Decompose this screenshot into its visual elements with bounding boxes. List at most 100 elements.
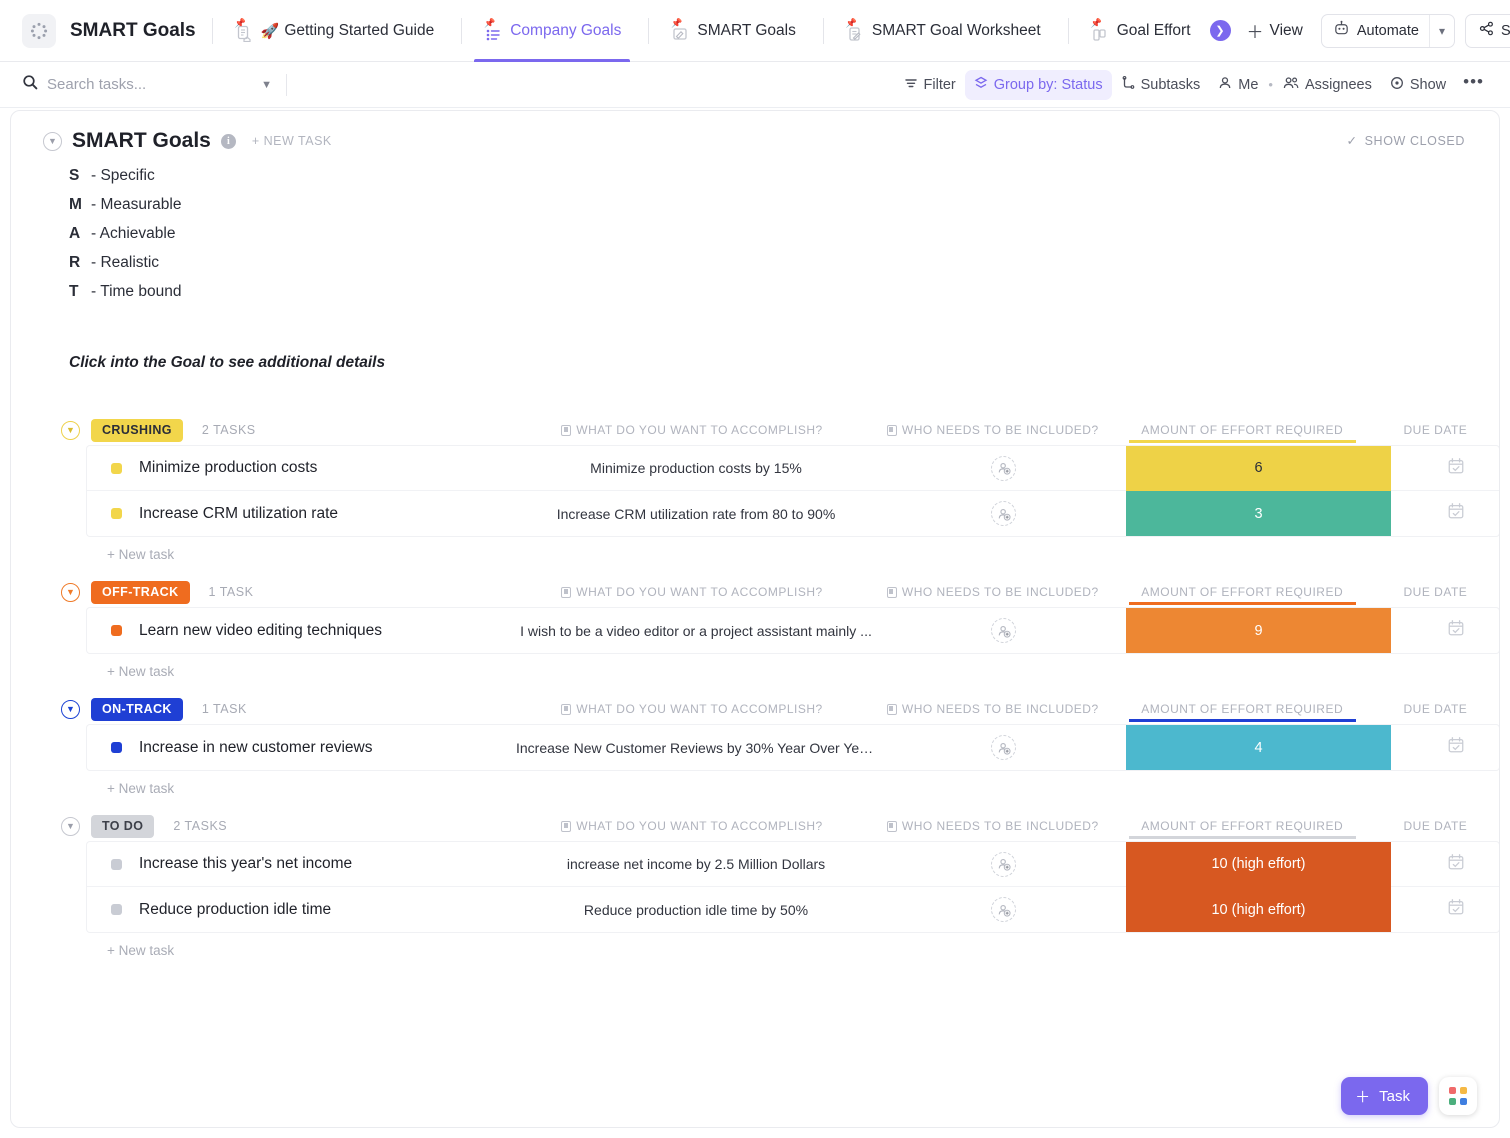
add-assignee-icon[interactable]: [991, 852, 1016, 877]
tab-company-goals[interactable]: 📌 Company Goals: [472, 0, 632, 62]
cell-who-included[interactable]: [881, 725, 1126, 770]
cell-effort[interactable]: 6: [1126, 446, 1391, 491]
calendar-icon[interactable]: [1447, 898, 1465, 921]
cell-accomplish[interactable]: Reduce production idle time by 50%: [511, 887, 881, 932]
effort-value[interactable]: 10 (high effort): [1126, 842, 1391, 887]
group-by-button[interactable]: Group by: Status: [965, 70, 1112, 100]
cell-due-date[interactable]: [1391, 446, 1500, 491]
effort-value[interactable]: 6: [1126, 446, 1391, 491]
status-badge[interactable]: CRUSHING: [91, 419, 183, 442]
column-header-accomplish[interactable]: WHAT DO YOU WANT TO ACCOMPLISH?: [511, 585, 873, 599]
status-dot-icon[interactable]: [111, 742, 122, 753]
add-assignee-icon[interactable]: [991, 735, 1016, 760]
task-title[interactable]: Learn new video editing techniques: [139, 622, 382, 640]
cell-accomplish[interactable]: increase net income by 2.5 Million Dolla…: [511, 842, 881, 887]
column-header-accomplish[interactable]: WHAT DO YOU WANT TO ACCOMPLISH?: [511, 819, 873, 833]
effort-value[interactable]: 3: [1126, 491, 1391, 536]
table-row[interactable]: Increase in new customer reviews Increas…: [87, 725, 1499, 770]
table-row[interactable]: Reduce production idle time Reduce produ…: [87, 887, 1499, 932]
column-header-effort[interactable]: AMOUNT OF EFFORT REQUIRED: [1113, 423, 1372, 437]
table-row[interactable]: Increase this year's net income increase…: [87, 842, 1499, 887]
new-task-fab[interactable]: ＋ Task: [1341, 1077, 1428, 1115]
effort-value[interactable]: 10 (high effort): [1126, 887, 1391, 932]
cell-effort[interactable]: 10 (high effort): [1126, 887, 1391, 932]
cell-accomplish[interactable]: Increase New Customer Reviews by 30% Yea…: [511, 725, 881, 770]
calendar-icon[interactable]: [1447, 502, 1465, 525]
cell-due-date[interactable]: [1391, 491, 1500, 536]
add-assignee-icon[interactable]: [991, 897, 1016, 922]
add-assignee-icon[interactable]: [991, 501, 1016, 526]
cell-who-included[interactable]: [881, 887, 1126, 932]
column-header-due-date[interactable]: DUE DATE: [1372, 423, 1499, 437]
new-task-row-button[interactable]: + New task: [11, 536, 1499, 562]
cell-effort[interactable]: 9: [1126, 608, 1391, 653]
new-task-row-button[interactable]: + New task: [11, 653, 1499, 679]
cell-who-included[interactable]: [881, 491, 1126, 536]
cell-who-included[interactable]: [881, 446, 1126, 491]
column-header-effort[interactable]: AMOUNT OF EFFORT REQUIRED: [1113, 819, 1372, 833]
calendar-icon[interactable]: [1447, 736, 1465, 759]
column-header-who[interactable]: WHO NEEDS TO BE INCLUDED?: [873, 423, 1113, 437]
table-row[interactable]: Increase CRM utilization rate Increase C…: [87, 491, 1499, 536]
cell-effort[interactable]: 3: [1126, 491, 1391, 536]
column-header-who[interactable]: WHO NEEDS TO BE INCLUDED?: [873, 702, 1113, 716]
tab-getting-started-guide[interactable]: 📌 🚀 Getting Started Guide: [223, 0, 446, 62]
cell-accomplish[interactable]: Minimize production costs by 15%: [511, 446, 881, 491]
new-task-row-button[interactable]: + New task: [11, 932, 1499, 958]
status-dot-icon[interactable]: [111, 463, 122, 474]
status-dot-icon[interactable]: [111, 508, 122, 519]
status-badge[interactable]: OFF-TRACK: [91, 581, 190, 604]
new-task-row-button[interactable]: + New task: [11, 770, 1499, 796]
tab-smart-goal-worksheet[interactable]: 📌 SMART Goal Worksheet: [834, 0, 1052, 62]
search-box[interactable]: ▼: [22, 70, 272, 100]
chevron-down-icon[interactable]: ▾: [1429, 15, 1454, 47]
status-badge[interactable]: TO DO: [91, 815, 154, 838]
add-view-button[interactable]: ＋ View: [1237, 18, 1313, 43]
cell-accomplish[interactable]: I wish to be a video editor or a project…: [511, 608, 881, 653]
column-header-due-date[interactable]: DUE DATE: [1372, 585, 1499, 599]
subtasks-button[interactable]: Subtasks: [1112, 70, 1210, 100]
group-collapse-icon[interactable]: ▼: [61, 817, 80, 836]
tab-smart-goals[interactable]: 📌 SMART Goals: [659, 0, 807, 62]
add-assignee-icon[interactable]: [991, 618, 1016, 643]
group-collapse-icon[interactable]: ▼: [61, 583, 80, 602]
cell-who-included[interactable]: [881, 608, 1126, 653]
status-badge[interactable]: ON-TRACK: [91, 698, 183, 721]
assignees-button[interactable]: Assignees: [1274, 70, 1381, 100]
filter-button[interactable]: Filter: [895, 70, 965, 100]
column-header-effort[interactable]: AMOUNT OF EFFORT REQUIRED: [1113, 585, 1372, 599]
show-button[interactable]: Show: [1381, 70, 1455, 100]
column-header-who[interactable]: WHO NEEDS TO BE INCLUDED?: [873, 819, 1113, 833]
status-dot-icon[interactable]: [111, 904, 122, 915]
apps-grid-icon[interactable]: [1439, 1077, 1477, 1115]
clickup-dots-icon[interactable]: [22, 14, 56, 48]
new-task-header-button[interactable]: + NEW TASK: [252, 134, 332, 148]
cell-who-included[interactable]: [881, 842, 1126, 887]
task-title[interactable]: Increase this year's net income: [139, 855, 352, 873]
column-header-who[interactable]: WHO NEEDS TO BE INCLUDED?: [873, 585, 1113, 599]
column-header-effort[interactable]: AMOUNT OF EFFORT REQUIRED: [1113, 702, 1372, 716]
status-dot-icon[interactable]: [111, 625, 122, 636]
column-header-accomplish[interactable]: WHAT DO YOU WANT TO ACCOMPLISH?: [511, 702, 873, 716]
column-header-accomplish[interactable]: WHAT DO YOU WANT TO ACCOMPLISH?: [511, 423, 873, 437]
automate-button[interactable]: Automate ▾: [1321, 14, 1455, 48]
group-collapse-icon[interactable]: ▼: [61, 700, 80, 719]
calendar-icon[interactable]: [1447, 853, 1465, 876]
column-header-due-date[interactable]: DUE DATE: [1372, 819, 1499, 833]
chevron-down-icon[interactable]: ▼: [261, 79, 272, 91]
show-closed-button[interactable]: ✓ SHOW CLOSED: [1347, 133, 1465, 148]
add-assignee-icon[interactable]: [991, 456, 1016, 481]
column-header-due-date[interactable]: DUE DATE: [1372, 702, 1499, 716]
me-button[interactable]: Me: [1209, 70, 1267, 100]
task-title[interactable]: Increase in new customer reviews: [139, 739, 372, 757]
cell-accomplish[interactable]: Increase CRM utilization rate from 80 to…: [511, 491, 881, 536]
task-title[interactable]: Minimize production costs: [139, 459, 317, 477]
search-input[interactable]: [47, 76, 261, 93]
cell-due-date[interactable]: [1391, 608, 1500, 653]
chevron-down-circle-icon[interactable]: ▼: [43, 132, 62, 151]
cell-effort[interactable]: 10 (high effort): [1126, 842, 1391, 887]
cell-due-date[interactable]: [1391, 725, 1500, 770]
effort-value[interactable]: 4: [1126, 725, 1391, 770]
status-dot-icon[interactable]: [111, 859, 122, 870]
info-icon[interactable]: i: [221, 134, 236, 149]
